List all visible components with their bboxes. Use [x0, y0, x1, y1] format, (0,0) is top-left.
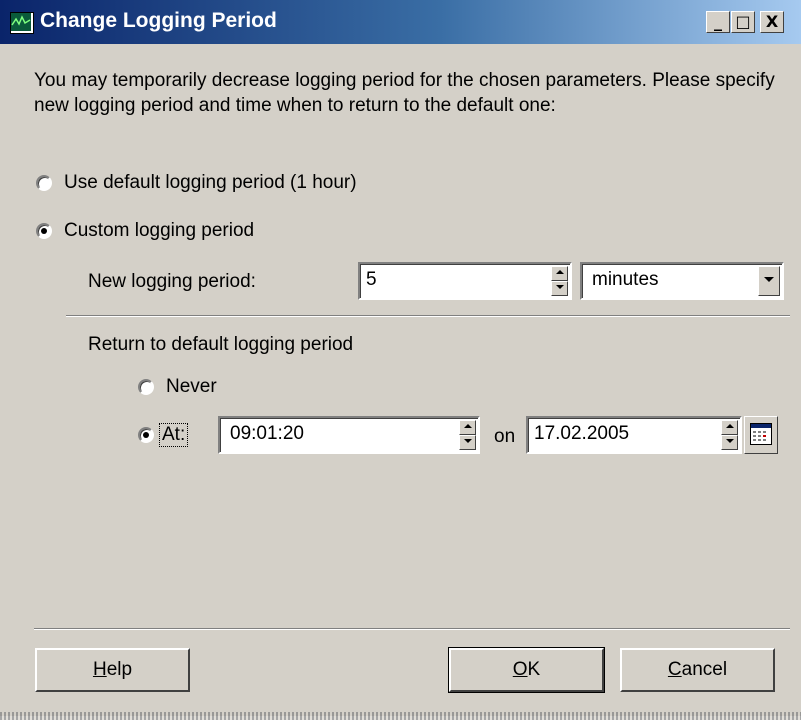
never-radio[interactable]: [138, 379, 154, 395]
minimize-button[interactable]: _: [706, 11, 730, 33]
custom-period-radio[interactable]: [36, 223, 52, 239]
at-radio[interactable]: [138, 427, 154, 443]
default-period-radio[interactable]: [36, 175, 52, 191]
default-period-option[interactable]: Use default logging period (1 hour): [36, 172, 357, 194]
never-label: Never: [166, 376, 217, 397]
never-option[interactable]: Never: [138, 376, 217, 398]
date-value: 17.02.2005: [534, 423, 630, 444]
dialog-window: Change Logging Period _ □ X You may temp…: [0, 0, 801, 716]
description-text: You may temporarily decrease logging per…: [34, 70, 775, 116]
title-bar[interactable]: Change Logging Period _ □ X: [0, 0, 801, 44]
date-input[interactable]: 17.02.2005: [526, 416, 742, 454]
spin-down-icon[interactable]: [721, 435, 738, 450]
close-button[interactable]: X: [760, 11, 784, 33]
spin-up-icon[interactable]: [459, 420, 476, 435]
cancel-mnemonic: C: [667, 659, 682, 680]
calendar-icon: [750, 423, 772, 445]
ok-button[interactable]: OK: [448, 647, 605, 693]
unit-select[interactable]: minutes: [580, 262, 784, 300]
at-option[interactable]: At:: [138, 423, 189, 447]
window-bottom-edge: [0, 712, 801, 720]
time-value: 09:01:20: [230, 423, 304, 444]
help-label-rest: elp: [106, 659, 133, 680]
section-divider: [66, 315, 790, 317]
custom-period-option[interactable]: Custom logging period: [36, 220, 254, 242]
time-input[interactable]: 09:01:20: [218, 416, 480, 454]
return-section-label: Return to default logging period: [88, 334, 354, 355]
close-icon: X: [765, 12, 779, 31]
unit-value: minutes: [592, 269, 659, 290]
app-monitor-icon: [10, 12, 34, 34]
custom-period-label: Custom logging period: [64, 220, 255, 241]
ok-mnemonic: O: [512, 659, 528, 680]
new-period-spinner[interactable]: [551, 266, 568, 296]
new-period-value: 5: [366, 269, 377, 290]
window-title: Change Logging Period: [40, 9, 277, 32]
ok-label-rest: K: [527, 659, 541, 680]
default-period-label: Use default logging period (1 hour): [64, 172, 357, 193]
cancel-button[interactable]: Cancel: [620, 648, 775, 692]
calendar-button[interactable]: [744, 416, 778, 454]
at-label: At:: [158, 423, 189, 447]
dropdown-arrow-icon[interactable]: [758, 266, 780, 296]
time-spinner[interactable]: [459, 420, 476, 450]
maximize-icon: □: [735, 12, 751, 31]
date-spinner[interactable]: [721, 420, 738, 450]
new-period-label: New logging period:: [88, 271, 256, 292]
button-divider: [34, 628, 790, 630]
minimize-icon: _: [714, 12, 722, 31]
cancel-label-rest: ancel: [681, 659, 728, 680]
maximize-button[interactable]: □: [731, 11, 755, 33]
help-button[interactable]: Help: [35, 648, 190, 692]
help-mnemonic: H: [92, 659, 107, 680]
spin-up-icon[interactable]: [551, 266, 568, 281]
spin-down-icon[interactable]: [459, 435, 476, 450]
spin-down-icon[interactable]: [551, 281, 568, 296]
on-label: on: [494, 426, 516, 447]
spin-up-icon[interactable]: [721, 420, 738, 435]
new-period-input[interactable]: 5: [358, 262, 572, 300]
